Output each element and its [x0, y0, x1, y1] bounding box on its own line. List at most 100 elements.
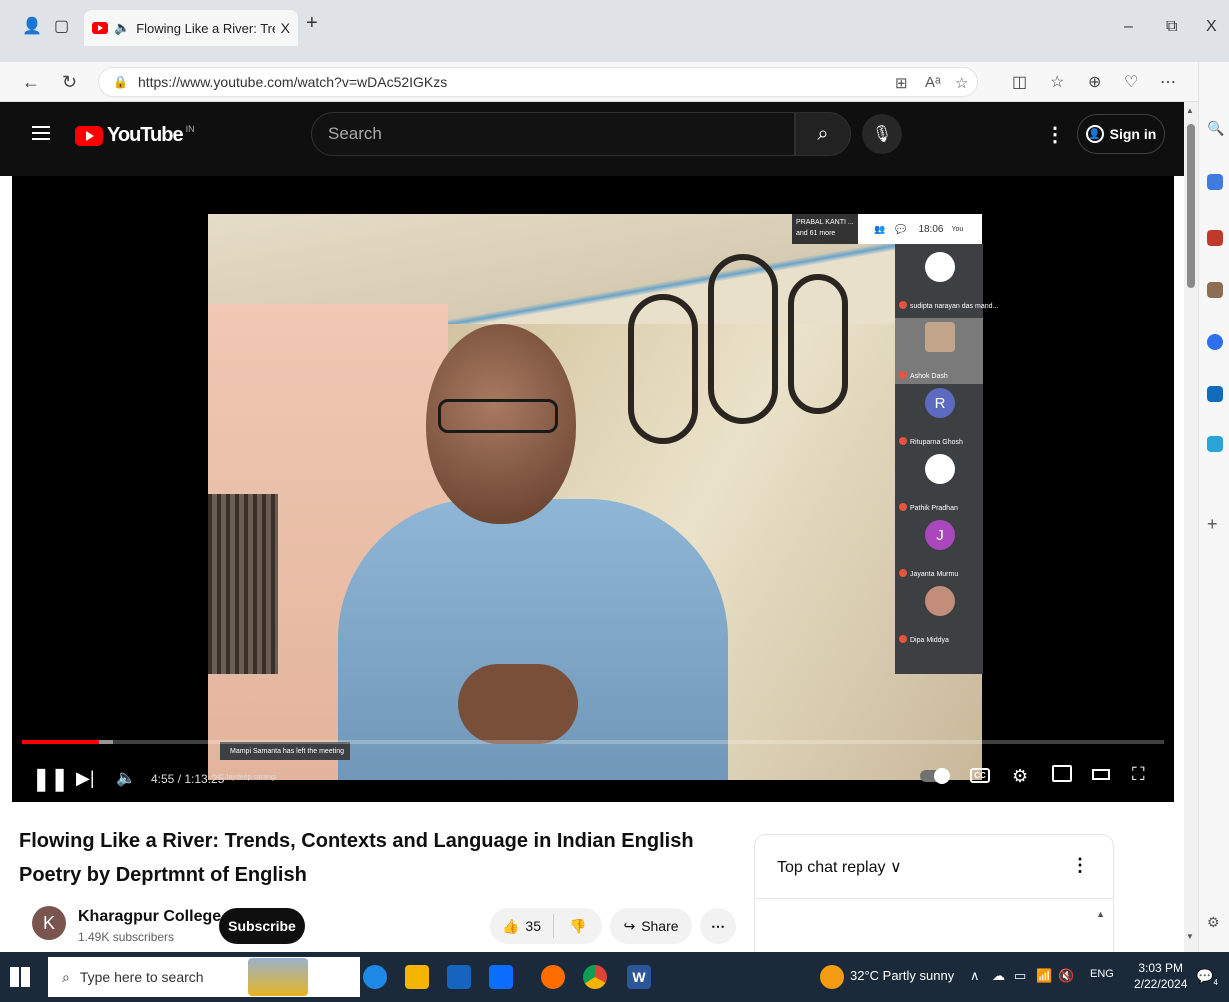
dislike-button[interactable]: 👎: [554, 918, 602, 935]
address-bar-row: ← ↻ 🔒 https://www.youtube.com/watch?v=wD…: [0, 62, 1229, 102]
participant-tile: Pathik Pradhan: [895, 450, 983, 516]
settings-more-icon[interactable]: ⋯: [1160, 72, 1176, 92]
settings-kebab-icon[interactable]: ⋮: [1045, 122, 1065, 147]
edge-taskbar-icon[interactable]: [363, 965, 387, 989]
settings-gear-icon[interactable]: ⚙: [1012, 766, 1028, 787]
notification-count: 4: [1213, 977, 1218, 987]
volume-icon[interactable]: 🔈: [116, 768, 136, 788]
subtitles-button[interactable]: CC: [970, 768, 990, 783]
notification-center-icon[interactable]: 💬4: [1196, 968, 1218, 987]
file-explorer-icon[interactable]: [405, 965, 429, 989]
chat-mode-selector[interactable]: Top chat replay ∨: [755, 835, 1113, 899]
participant-name: sudipta narayan das mand...: [899, 301, 998, 310]
language-indicator[interactable]: ENG: [1090, 968, 1114, 980]
games-icon[interactable]: [1207, 282, 1223, 298]
audio-playing-icon[interactable]: 🔈: [114, 20, 130, 36]
channel-avatar[interactable]: K: [32, 906, 66, 940]
share-button[interactable]: ↪ Share: [610, 908, 692, 944]
taskbar-clock[interactable]: 3:03 PM 2/22/2024: [1134, 960, 1187, 992]
pause-icon[interactable]: ❚❚: [32, 766, 69, 792]
miniplayer-icon[interactable]: [1052, 765, 1072, 782]
weather-text[interactable]: 32°C Partly sunny: [850, 968, 954, 983]
network-icon[interactable]: 📶: [1036, 968, 1052, 984]
search-input[interactable]: Search: [311, 112, 795, 156]
logo-text: YouTube: [107, 124, 184, 146]
microsoft-365-icon[interactable]: [1207, 334, 1223, 350]
send-icon[interactable]: [1207, 436, 1223, 452]
menu-icon[interactable]: [32, 126, 50, 140]
split-screen-icon[interactable]: ◫: [1012, 72, 1027, 92]
read-aloud-icon[interactable]: Aᵃ: [925, 74, 941, 91]
channel-name[interactable]: Kharagpur College: [78, 908, 221, 926]
country-code: IN: [185, 124, 195, 134]
scroll-up-arrow-icon[interactable]: ▲: [1186, 106, 1194, 115]
meeting-participant-panel: sudipta narayan das mand... Ashok Dash R…: [895, 244, 998, 674]
scroll-up-icon[interactable]: ▲: [1096, 909, 1105, 919]
subscribe-button[interactable]: Subscribe: [219, 908, 305, 944]
video-frame[interactable]: [208, 214, 982, 780]
add-icon[interactable]: +: [1207, 514, 1223, 534]
app-available-icon[interactable]: ⊞: [895, 74, 908, 92]
profile-icon[interactable]: 👤: [22, 16, 42, 36]
more-actions-button[interactable]: ⋯: [700, 908, 736, 944]
back-arrow-icon[interactable]: ←: [22, 72, 40, 93]
speaker-hand: [458, 664, 578, 744]
refresh-icon[interactable]: ↻: [62, 72, 77, 93]
new-tab-button[interactable]: +: [306, 12, 318, 35]
active-tab[interactable]: 🔈 Flowing Like a River: Trends, X: [84, 10, 298, 46]
share-label: Share: [641, 918, 679, 934]
sign-in-button[interactable]: 👤 Sign in: [1077, 114, 1165, 154]
share-arrow-icon: ↪: [623, 917, 636, 934]
battery-icon[interactable]: ▭: [1014, 968, 1026, 984]
favorites-icon[interactable]: ☆: [1050, 72, 1064, 92]
mail-icon[interactable]: [489, 965, 513, 989]
tab-close-button[interactable]: X: [281, 20, 290, 36]
firefox-icon[interactable]: [541, 965, 565, 989]
search-button[interactable]: ⌕: [795, 112, 851, 156]
chat-options-icon[interactable]: ⋮: [1071, 855, 1089, 876]
tab-actions-icon[interactable]: ▢: [54, 16, 69, 36]
edge-sidebar: 🔍 + ⚙: [1198, 62, 1229, 952]
chrome-icon[interactable]: [583, 965, 607, 989]
progress-bar[interactable]: [22, 740, 1164, 744]
like-button[interactable]: 👍 35: [490, 914, 554, 938]
participant-name: Pathik Pradhan: [899, 503, 958, 512]
taskbar-search-input[interactable]: ⌕ Type here to search: [48, 957, 360, 997]
video-player[interactable]: PRABAL KANTI ... and 61 more 👥 💬 18:06 Y…: [12, 176, 1174, 802]
windows-start-icon[interactable]: [10, 967, 30, 987]
scrollbar-thumb[interactable]: [1187, 124, 1195, 288]
participant-avatar: [925, 322, 955, 352]
lock-icon[interactable]: 🔒: [113, 75, 128, 89]
store-icon[interactable]: [447, 965, 471, 989]
onedrive-icon[interactable]: ☁: [992, 968, 1005, 984]
weather-icon[interactable]: [820, 965, 844, 989]
next-icon[interactable]: ▶|: [76, 768, 95, 789]
volume-muted-icon[interactable]: 🔇: [1058, 968, 1074, 984]
fullscreen-icon[interactable]: ⛶: [1132, 764, 1145, 785]
search-highlight-image[interactable]: [248, 958, 308, 996]
word-icon[interactable]: W: [627, 965, 651, 989]
minimize-button[interactable]: –: [1124, 18, 1133, 36]
voice-search-button[interactable]: 🎙: [862, 114, 902, 154]
scroll-down-arrow-icon[interactable]: ▼: [1186, 932, 1194, 941]
restore-button[interactable]: ⧉: [1166, 18, 1177, 36]
show-hidden-icons[interactable]: ∧: [970, 968, 980, 984]
autoplay-toggle[interactable]: [920, 768, 950, 784]
search-icon[interactable]: 🔍: [1207, 120, 1224, 136]
outlook-icon[interactable]: [1207, 386, 1223, 402]
glasses: [438, 399, 558, 433]
thumbs-down-icon: 👎: [569, 917, 587, 934]
tools-icon[interactable]: [1207, 230, 1223, 246]
collections-icon[interactable]: ⊕: [1088, 72, 1101, 92]
youtube-logo[interactable]: YouTube IN: [75, 124, 195, 147]
meeting-top-bar: PRABAL KANTI ... and 61 more 👥 💬 18:06 Y…: [792, 214, 982, 244]
page-scrollbar[interactable]: ▲ ▼: [1184, 102, 1198, 952]
browser-essentials-icon[interactable]: ♡: [1124, 72, 1138, 92]
sidebar-settings-icon[interactable]: ⚙: [1207, 914, 1223, 930]
favorite-star-icon[interactable]: ☆: [955, 74, 968, 92]
theater-mode-icon[interactable]: [1092, 769, 1110, 780]
shopping-icon[interactable]: [1207, 174, 1223, 190]
task-view-icon[interactable]: ⊟: [323, 965, 347, 989]
url-field[interactable]: 🔒 https://www.youtube.com/watch?v=wDAc52…: [98, 67, 978, 97]
close-window-button[interactable]: X: [1206, 18, 1217, 36]
